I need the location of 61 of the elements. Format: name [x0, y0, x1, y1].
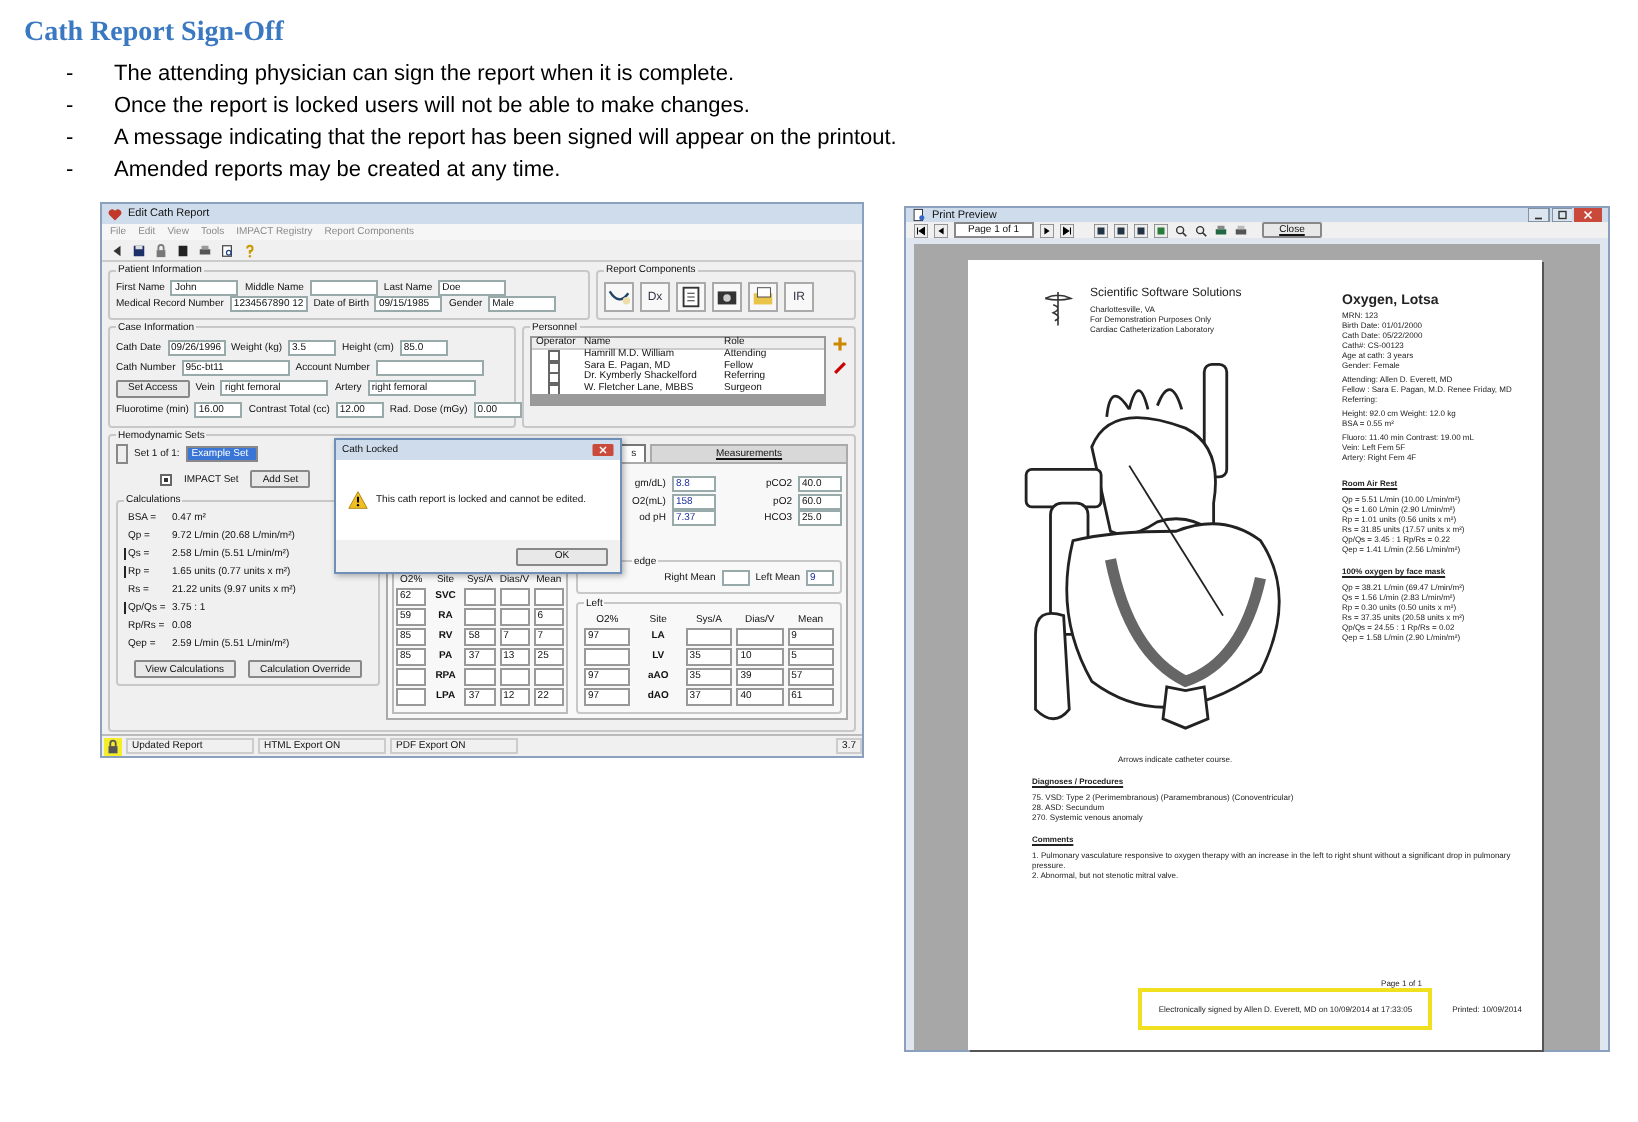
- document-icon: [912, 208, 926, 222]
- lock-icon[interactable]: [154, 243, 168, 257]
- printer-setup-icon[interactable]: [1233, 223, 1248, 237]
- table-cell[interactable]: [499, 587, 530, 605]
- printer-icon[interactable]: [198, 243, 212, 257]
- text-field[interactable]: [375, 359, 484, 375]
- lock-icon: [104, 737, 122, 755]
- bullet-text: Amended reports may be created at any time.: [114, 158, 561, 182]
- table-cell[interactable]: [396, 687, 427, 705]
- table-cell[interactable]: [499, 667, 530, 685]
- text-field[interactable]: [721, 570, 750, 586]
- bullet-marker: -: [66, 158, 76, 182]
- book-icon[interactable]: [176, 243, 190, 257]
- heart-icon: [108, 207, 122, 221]
- table-cell[interactable]: [396, 667, 427, 685]
- add-person-icon[interactable]: [832, 335, 848, 351]
- table-cell[interactable]: [736, 627, 784, 645]
- remove-person-icon[interactable]: [832, 359, 848, 375]
- page-layout-icon[interactable]: [1113, 223, 1128, 237]
- text-field[interactable]: [309, 279, 378, 295]
- folder-icon[interactable]: [748, 282, 778, 312]
- bullet-marker: -: [66, 62, 76, 86]
- operator-checkbox[interactable]: [548, 372, 560, 384]
- slide-title: Cath Report Sign-Off: [22, 16, 286, 50]
- table-cell[interactable]: [499, 607, 530, 625]
- back-arrow-icon[interactable]: [110, 243, 124, 257]
- bullet-text: The attending physician can sign the report when it is complete.: [114, 62, 735, 86]
- previous-page-icon[interactable]: [934, 223, 948, 237]
- bullet-text: A message indicating that the report has been signed will appear on the printout.: [114, 126, 897, 150]
- zoom-out-icon[interactable]: [1193, 223, 1208, 237]
- last-page-icon[interactable]: [1059, 223, 1074, 237]
- caduceus-icon: [1042, 288, 1074, 328]
- save-icon[interactable]: [132, 243, 146, 257]
- bullet-marker: -: [66, 126, 76, 150]
- page-layout-icon[interactable]: [1133, 223, 1148, 237]
- impact-set-checkbox[interactable]: [160, 473, 172, 485]
- spinner-control[interactable]: [116, 444, 128, 464]
- page-layout-icon[interactable]: [1093, 223, 1108, 237]
- table-cell[interactable]: [464, 667, 496, 685]
- close-icon[interactable]: [1574, 208, 1602, 222]
- table-cell[interactable]: [533, 587, 564, 605]
- next-page-icon[interactable]: [1039, 223, 1054, 237]
- camera-icon[interactable]: [712, 282, 742, 312]
- bullet-text: Once the report is locked users will not be able to make changes.: [114, 94, 750, 118]
- minimize-icon[interactable]: [1528, 208, 1549, 222]
- table-cell[interactable]: [584, 647, 631, 665]
- table-cell[interactable]: [533, 667, 564, 685]
- stethoscope-icon[interactable]: [604, 282, 634, 312]
- operator-checkbox[interactable]: [548, 350, 560, 362]
- print-icon[interactable]: [1213, 223, 1228, 237]
- table-cell[interactable]: [685, 627, 733, 645]
- bullet-marker: -: [66, 94, 76, 118]
- table-cell[interactable]: [464, 587, 496, 605]
- warning-icon: [348, 490, 368, 510]
- maximize-icon[interactable]: [1551, 208, 1572, 222]
- zoom-in-icon[interactable]: [1173, 223, 1188, 237]
- print-preview-icon[interactable]: [220, 243, 234, 257]
- first-page-icon[interactable]: [914, 223, 928, 237]
- close-icon[interactable]: [592, 444, 614, 456]
- document-icon[interactable]: [676, 282, 706, 312]
- table-cell[interactable]: [464, 607, 496, 625]
